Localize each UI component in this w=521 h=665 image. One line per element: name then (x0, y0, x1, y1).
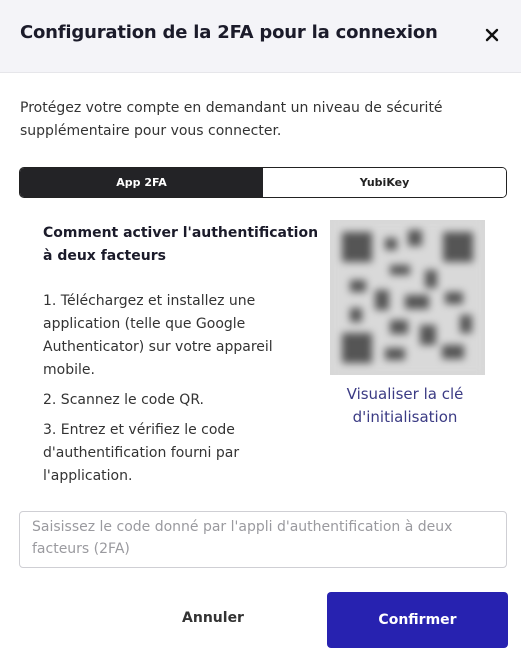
qr-code (330, 220, 485, 375)
instructions-steps: 1. Téléchargez et installez une applicat… (43, 290, 288, 495)
tab-yubikey[interactable]: YubiKey (263, 168, 506, 197)
modal-title: Configuration de la 2FA pour la connexio… (20, 22, 438, 43)
tab-bar: App 2FA YubiKey (19, 167, 507, 198)
cancel-button[interactable]: Annuler (163, 602, 263, 634)
auth-code-input[interactable] (19, 511, 507, 568)
modal-header: Configuration de la 2FA pour la connexio… (0, 0, 521, 73)
view-setup-key-link[interactable]: Visualiser la clé d'initialisation (330, 383, 480, 429)
step-1: 1. Téléchargez et installez une applicat… (43, 293, 273, 378)
step-2: 2. Scannez le code QR. (43, 392, 204, 408)
instructions-title: Comment activer l'authentification à deu… (43, 225, 319, 264)
intro-text: Protégez votre compte en demandant un ni… (20, 100, 443, 139)
confirm-button[interactable]: Confirmer (327, 592, 508, 648)
close-icon (485, 28, 499, 42)
step-3: 3. Entrez et vérifiez le code d'authenti… (43, 422, 240, 484)
tab-app-2fa[interactable]: App 2FA (20, 168, 263, 197)
qr-code-icon (330, 220, 485, 375)
close-button[interactable] (477, 20, 507, 50)
